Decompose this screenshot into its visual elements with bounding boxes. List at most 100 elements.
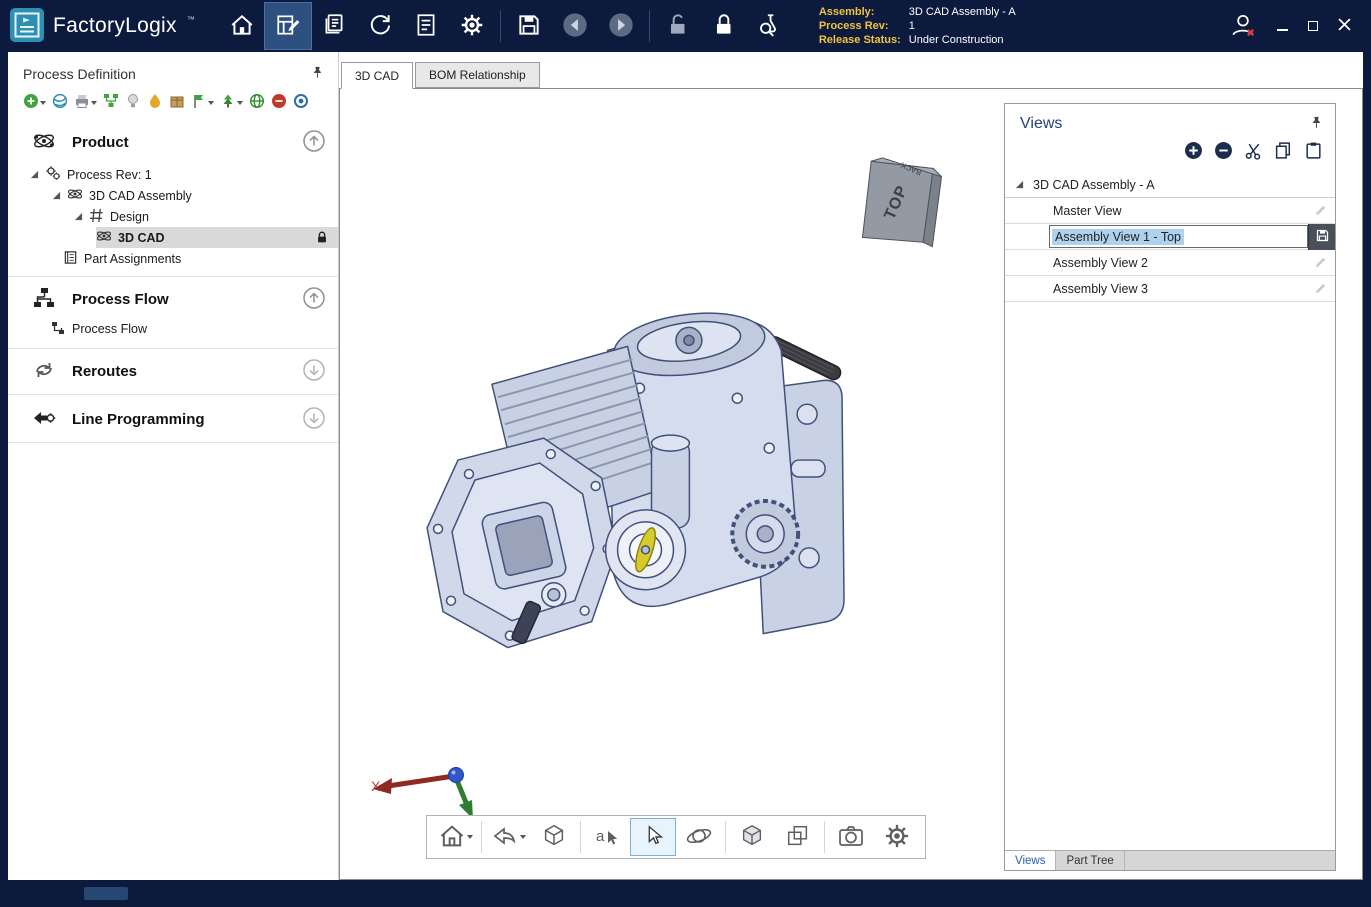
remove-button[interactable] <box>271 93 287 112</box>
collapse-product-button[interactable] <box>302 129 326 156</box>
process-flow-item[interactable]: Process Flow <box>8 317 338 341</box>
save-view-button[interactable] <box>1308 224 1335 250</box>
minus-circle-icon <box>1214 148 1233 163</box>
collapse-process-flow-button[interactable] <box>302 286 326 313</box>
tab-views[interactable]: Views <box>1005 851 1056 870</box>
expand-line-programming-button[interactable] <box>302 406 326 433</box>
section-view-button[interactable] <box>775 818 821 856</box>
documents-button[interactable] <box>311 3 357 49</box>
back-button[interactable] <box>552 3 598 49</box>
orbit-button[interactable] <box>676 818 722 856</box>
network-button[interactable] <box>52 93 68 112</box>
perspective-cube-button[interactable] <box>531 818 577 856</box>
expand-reroutes-button[interactable] <box>302 358 326 385</box>
tree-button[interactable] <box>220 93 243 112</box>
window-controls <box>1229 11 1351 42</box>
reroutes-section-header[interactable]: Reroutes <box>8 356 338 387</box>
print-button[interactable] <box>74 93 97 112</box>
view-item-master[interactable]: Master View <box>1005 198 1335 224</box>
unlock-button[interactable] <box>655 3 701 49</box>
view-name-input[interactable]: Assembly View 1 - Top <box>1049 225 1308 248</box>
viewer-settings-button[interactable] <box>874 818 920 856</box>
view-cube[interactable]: TOP BACK <box>844 146 944 258</box>
home-view-icon <box>438 822 466 853</box>
pin-panel-button[interactable] <box>311 65 324 83</box>
tree-item-3d-cad[interactable]: 3D CAD <box>96 227 338 248</box>
tree-item-label: 3D CAD <box>118 231 165 245</box>
flag-button[interactable] <box>191 93 214 112</box>
droplet-button[interactable] <box>147 93 163 112</box>
tree-item-design[interactable]: Design <box>8 206 338 227</box>
expander-icon[interactable] <box>74 210 83 224</box>
process-panel-toolbar <box>8 87 338 120</box>
add-item-button[interactable] <box>23 93 46 112</box>
edit-pencil-icon[interactable] <box>1313 281 1328 296</box>
tree-item-part-assignments[interactable]: Part Assignments <box>8 248 338 269</box>
tab-bom-relationship[interactable]: BOM Relationship <box>415 62 540 88</box>
report-icon <box>413 12 439 41</box>
line-programming-section-header[interactable]: Line Programming <box>8 402 338 435</box>
view-orientation-button[interactable] <box>485 818 531 856</box>
lock-button[interactable] <box>701 3 747 49</box>
process-flow-icon <box>32 286 56 313</box>
process-definition-button[interactable] <box>265 3 311 49</box>
reports-button[interactable] <box>403 3 449 49</box>
gear-icon <box>459 12 485 41</box>
tree-item-process-rev[interactable]: Process Rev: 1 <box>8 164 338 185</box>
audit-search-button[interactable] <box>747 3 793 49</box>
process-flow-section-header[interactable]: Process Flow <box>8 284 338 317</box>
package-button[interactable] <box>169 93 185 112</box>
views-root-node[interactable]: 3D CAD Assembly - A <box>1005 172 1335 198</box>
edit-pencil-icon[interactable] <box>1313 203 1328 218</box>
process-flow-item-label: Process Flow <box>72 322 147 336</box>
product-section-header[interactable]: Product <box>8 120 338 164</box>
view-item-editing[interactable]: Assembly View 1 - Top <box>1005 224 1335 250</box>
expander-icon[interactable] <box>1015 178 1024 192</box>
package-icon <box>169 93 185 112</box>
settings-button[interactable] <box>449 3 495 49</box>
tab-part-tree[interactable]: Part Tree <box>1056 851 1124 870</box>
close-button[interactable] <box>1338 18 1351 34</box>
toolbar-separator <box>500 10 501 42</box>
add-icon <box>23 93 39 112</box>
pin-views-panel-button[interactable] <box>1310 115 1323 133</box>
expander-icon[interactable] <box>30 168 39 182</box>
annotate-button[interactable]: a <box>584 818 630 856</box>
views-root-label: 3D CAD Assembly - A <box>1033 178 1155 192</box>
toolbar-separator <box>824 821 825 853</box>
sync-button[interactable] <box>357 3 403 49</box>
add-view-button[interactable] <box>1184 141 1203 163</box>
snapshot-button[interactable] <box>828 818 874 856</box>
record-button[interactable] <box>293 93 309 112</box>
cad-viewport[interactable]: TOP BACK X a <box>339 88 1363 880</box>
camera-icon <box>837 822 865 853</box>
home-button[interactable] <box>219 3 265 49</box>
solid-view-button[interactable] <box>729 818 775 856</box>
flow-diagram-icon <box>50 320 66 339</box>
select-button[interactable] <box>630 818 676 856</box>
remove-view-button[interactable] <box>1214 141 1233 163</box>
edit-pencil-icon[interactable] <box>1313 255 1328 270</box>
home-view-button[interactable] <box>432 818 478 856</box>
maximize-button[interactable] <box>1308 19 1318 34</box>
minimize-button[interactable] <box>1277 19 1288 34</box>
main-area: 3D CAD BOM Relationship <box>339 52 1363 880</box>
globe-button[interactable] <box>249 93 265 112</box>
tree-item-label: Part Assignments <box>84 252 181 266</box>
save-button[interactable] <box>506 3 552 49</box>
view-item-2[interactable]: Assembly View 2 <box>1005 250 1335 276</box>
expander-icon[interactable] <box>52 189 61 203</box>
arrow-up-circle-icon <box>302 298 326 313</box>
cut-view-button[interactable] <box>1244 141 1263 163</box>
factorylogix-logo-icon <box>10 8 44 45</box>
organize-button[interactable] <box>103 93 119 112</box>
lamp-button[interactable] <box>125 93 141 112</box>
process-panel-title: Process Definition <box>23 66 136 82</box>
user-logout-button[interactable] <box>1229 11 1257 42</box>
paste-view-button[interactable] <box>1304 141 1323 163</box>
forward-button[interactable] <box>598 3 644 49</box>
copy-view-button[interactable] <box>1274 141 1293 163</box>
view-item-3[interactable]: Assembly View 3 <box>1005 276 1335 302</box>
tree-item-3d-cad-assembly[interactable]: 3D CAD Assembly <box>8 185 338 206</box>
tab-3d-cad[interactable]: 3D CAD <box>341 62 413 89</box>
